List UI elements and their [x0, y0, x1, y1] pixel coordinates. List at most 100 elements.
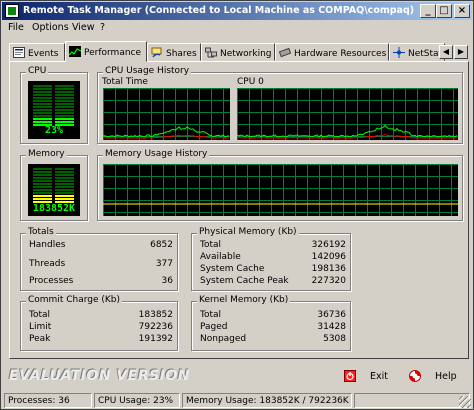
- physical-row-total: Total 326192: [200, 240, 346, 250]
- physical-row-available: Available 142096: [200, 252, 346, 262]
- tab-performance[interactable]: Performance: [65, 41, 147, 62]
- tab-shares[interactable]: Shares: [147, 43, 201, 61]
- totals-row-handles: Handles 6852: [29, 240, 173, 250]
- physical-row-system-cache: System Cache 198136: [200, 264, 346, 274]
- gauge-segment: [55, 109, 74, 111]
- tab-performance-label: Performance: [84, 48, 142, 58]
- gauge-segment: [55, 88, 74, 90]
- gauge-segment: [55, 195, 74, 197]
- status-processes: Processes: 36: [4, 393, 92, 408]
- tab-netstat[interactable]: NetStat: [389, 43, 445, 61]
- gauge-segment: [55, 112, 74, 114]
- minimize-button[interactable]: _: [420, 4, 436, 18]
- gauge-segment: [33, 177, 52, 179]
- gauge-segment: [33, 91, 52, 93]
- tab-events-label: Events: [28, 49, 59, 59]
- memory-label: Memory: [26, 149, 67, 159]
- tab-hardware-resources[interactable]: Hardware Resources: [275, 43, 389, 61]
- hardware-icon: [279, 47, 291, 58]
- menu-help[interactable]: ?: [100, 22, 105, 33]
- exit-label: Exit: [370, 371, 388, 382]
- gauge-segment: [55, 171, 74, 173]
- gauge-segment: [33, 115, 52, 117]
- menu-view[interactable]: View: [72, 22, 95, 33]
- window-title: Remote Task Manager (Connected to Local …: [23, 5, 415, 16]
- gauge-segment: [33, 183, 52, 185]
- task-manager-window: Remote Task Manager (Connected to Local …: [0, 0, 474, 410]
- gauge-segment: [55, 189, 74, 191]
- cpu-gauge-bars: [33, 85, 74, 126]
- gauge-segment: [33, 118, 52, 120]
- status-empty-pane: [354, 393, 470, 408]
- cpu0-graph-svg: [237, 88, 458, 140]
- memory-history-graph: [103, 164, 458, 216]
- status-cpu-usage: CPU Usage: 23%: [94, 393, 180, 408]
- total-time-graph-svg: [103, 88, 230, 140]
- gauge-segment: [33, 198, 52, 200]
- tab-scroll-left-button[interactable]: ◀: [439, 45, 453, 59]
- gauge-segment: [55, 91, 74, 93]
- gauge-segment: [33, 97, 52, 99]
- help-lifebuoy-icon: [409, 370, 421, 382]
- gauge-segment: [33, 174, 52, 176]
- gauge-segment: [33, 85, 52, 87]
- kernel-memory-group: Kernel Memory (Kb) Total 36736 Paged 31428…: [191, 295, 351, 351]
- tab-scroll-right-button[interactable]: ▶: [454, 45, 468, 59]
- cpu-group: CPU 23%: [20, 66, 88, 144]
- tab-events[interactable]: Events: [9, 43, 65, 61]
- networking-icon: [205, 47, 217, 58]
- cpu-history-group: CPU Usage History Total Time CPU 0: [97, 66, 463, 144]
- kernel-row-nonpaged: Nonpaged 5308: [200, 334, 346, 344]
- netstat-icon: [393, 47, 405, 58]
- cpu-gauge: 23%: [28, 81, 80, 139]
- resize-grip[interactable]: [459, 396, 471, 408]
- gauge-segment: [33, 103, 52, 105]
- totals-row-processes: Processes 36: [29, 276, 173, 286]
- physical-memory-label: Physical Memory (Kb): [197, 227, 299, 237]
- gauge-segment: [55, 192, 74, 194]
- cpu-history-label: CPU Usage History: [103, 66, 192, 76]
- total-time-label: Total Time: [102, 77, 148, 87]
- gauge-segment: [55, 186, 74, 188]
- help-button[interactable]: Help: [409, 370, 459, 384]
- exit-button[interactable]: Exit: [344, 370, 394, 384]
- commit-row-peak: Peak 191392: [29, 334, 173, 344]
- totals-row-threads: Threads 377: [29, 259, 173, 269]
- menu-file[interactable]: File: [8, 22, 24, 33]
- cpu0-label: CPU 0: [237, 77, 264, 87]
- total-time-graph: [103, 88, 230, 140]
- maximize-button[interactable]: □: [436, 4, 452, 18]
- title-bar[interactable]: Remote Task Manager (Connected to Local …: [2, 2, 472, 20]
- kernel-row-total: Total 36736: [200, 310, 346, 320]
- gauge-segment: [33, 121, 52, 123]
- commit-charge-group: Commit Charge (Kb) Total 183852 Limit 7922…: [20, 295, 178, 351]
- cpu-usage-line: [103, 126, 230, 138]
- cpu-usage-line: [237, 124, 458, 138]
- cpu0-graph: [237, 88, 458, 140]
- totals-label: Totals: [26, 227, 56, 237]
- gauge-segment: [55, 118, 74, 120]
- chevron-left-icon: ◀: [442, 47, 450, 56]
- commit-row-total: Total 183852: [29, 310, 173, 320]
- gauge-segment: [33, 168, 52, 170]
- tab-networking[interactable]: Networking: [201, 43, 275, 61]
- gauge-segment: [55, 168, 74, 170]
- tab-shares-label: Shares: [166, 49, 197, 59]
- exit-icon: [344, 370, 356, 382]
- memory-usage-value: 183852K: [32, 203, 76, 214]
- tab-networking-label: Networking: [220, 49, 272, 59]
- gauge-segment: [33, 189, 52, 191]
- tab-strip: Events Performance Shares Networking Har…: [9, 41, 469, 62]
- gauge-segment: [33, 186, 52, 188]
- gauge-segment: [33, 171, 52, 173]
- menu-options[interactable]: Options: [32, 22, 69, 33]
- gauge-segment: [55, 180, 74, 182]
- help-label: Help: [435, 371, 457, 382]
- kernel-row-paged: Paged 31428: [200, 322, 346, 332]
- close-button[interactable]: ×: [454, 4, 470, 18]
- memory-gauge: 183852K: [28, 164, 80, 216]
- gauge-segment: [33, 192, 52, 194]
- gauge-segment: [33, 88, 52, 90]
- memory-history-group: Memory Usage History: [97, 149, 463, 221]
- cpu-label: CPU: [26, 66, 49, 76]
